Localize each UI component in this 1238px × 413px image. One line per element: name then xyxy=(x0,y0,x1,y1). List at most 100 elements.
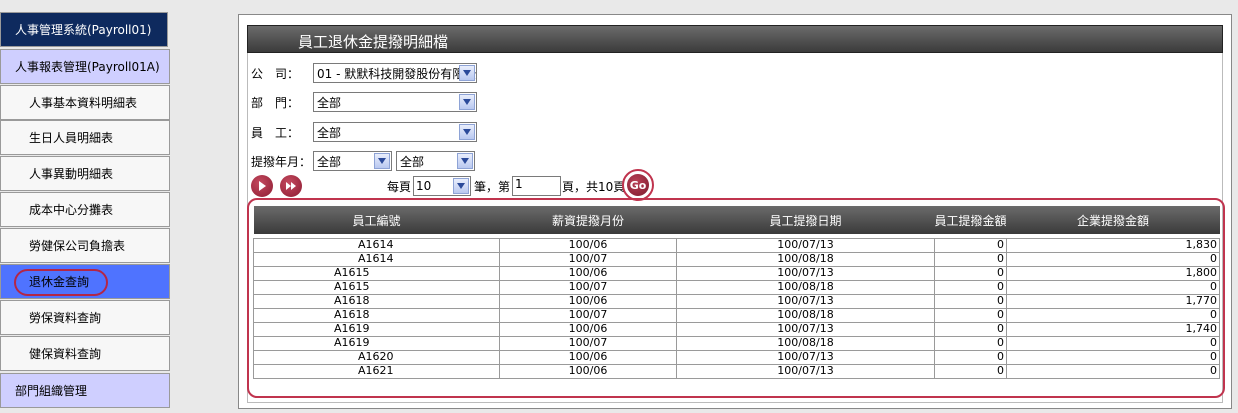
main-panel: 員工退休金提撥明細檔 公 司： 01 - 默默科技開發股份有限公司 部 門： 全… xyxy=(238,14,1232,409)
cell-employee-amount: 0 xyxy=(934,293,1007,309)
table-row[interactable]: A1615 100/07 100/08/18 0 0 xyxy=(253,279,1220,295)
cell-salary-month: 100/07 xyxy=(499,307,677,323)
sidebar-item-pension-query[interactable]: 退休金查詢 xyxy=(0,264,170,299)
cell-salary-month: 100/07 xyxy=(499,279,677,295)
header-employer-amount[interactable]: 企業提撥金額 xyxy=(1006,206,1220,234)
cell-employer-amount: 1,770 xyxy=(1006,293,1220,309)
cell-employee-amount: 0 xyxy=(934,265,1007,281)
next-page-button[interactable] xyxy=(251,175,273,197)
cell-employer-amount: 0 xyxy=(1006,349,1220,365)
employee-select-value: 全部 xyxy=(317,125,342,140)
table-row[interactable]: A1619 100/06 100/07/13 0 1,740 xyxy=(253,321,1220,337)
cell-employee-amount: 0 xyxy=(934,307,1007,323)
go-button[interactable]: Go xyxy=(627,174,649,196)
chevron-down-icon[interactable] xyxy=(459,94,475,110)
header-salary-month[interactable]: 薪資提撥月份 xyxy=(499,206,677,234)
header-employee-amount[interactable]: 員工提撥金額 xyxy=(934,206,1007,234)
cell-employee-id: A1615 xyxy=(253,265,500,281)
sidebar-group-org[interactable]: 部門組織管理 xyxy=(0,373,170,408)
sidebar-item-insurance-burden[interactable]: 勞健保公司負擔表 xyxy=(0,228,170,263)
cell-contribution-date: 100/07/13 xyxy=(676,363,935,379)
page-number-input[interactable]: 1 xyxy=(512,176,561,196)
sidebar-item-birthday[interactable]: 生日人員明細表 xyxy=(0,120,170,155)
chevron-down-icon[interactable] xyxy=(453,178,469,194)
cell-employee-amount: 0 xyxy=(934,251,1007,267)
table-row[interactable]: A1615 100/06 100/07/13 0 1,800 xyxy=(253,265,1220,281)
sidebar-item-label: 人事異動明細表 xyxy=(29,167,114,181)
sidebar-item-personnel-detail[interactable]: 人事基本資料明細表 xyxy=(0,85,170,120)
table-row[interactable]: A1621 100/06 100/07/13 0 0 xyxy=(253,363,1220,379)
sidebar-system-header[interactable]: 人事管理系統(Payroll01) xyxy=(0,12,168,47)
sidebar-item-label: 人事基本資料明細表 xyxy=(29,96,138,110)
company-select[interactable]: 01 - 默默科技開發股份有限公司 xyxy=(313,63,477,83)
filter-company-row: 公 司： 01 - 默默科技開發股份有限公司 xyxy=(251,63,477,83)
cell-salary-month: 100/06 xyxy=(499,321,677,337)
month-label: 提撥年月： xyxy=(251,154,312,169)
play-icon xyxy=(259,181,266,191)
cell-employee-amount: 0 xyxy=(934,363,1007,379)
table-row[interactable]: A1614 100/06 100/07/13 0 1,830 xyxy=(253,237,1220,253)
sidebar-item-label: 勞保資料查詢 xyxy=(29,311,102,325)
sidebar-item-label: 退休金查詢 xyxy=(29,275,90,289)
table-row[interactable]: A1618 100/06 100/07/13 0 1,770 xyxy=(253,293,1220,309)
cell-contribution-date: 100/07/13 xyxy=(676,237,935,253)
month-from-select[interactable]: 全部 xyxy=(313,151,392,171)
sidebar-item-personnel-changes[interactable]: 人事異動明細表 xyxy=(0,156,170,191)
cell-employee-id: A1621 xyxy=(253,363,500,379)
employee-select[interactable]: 全部 xyxy=(313,122,477,142)
cell-employee-id: A1614 xyxy=(253,251,500,267)
cell-employer-amount: 0 xyxy=(1006,363,1220,379)
cell-employee-id: A1615 xyxy=(253,279,500,295)
month-from-value: 全部 xyxy=(317,154,342,169)
results-frame: 員工編號 薪資提撥月份 員工提撥日期 員工提撥金額 企業提撥金額 A1614 1… xyxy=(247,198,1225,398)
sidebar-item-labor-insurance[interactable]: 勞保資料查詢 xyxy=(0,300,170,335)
cell-employer-amount: 0 xyxy=(1006,251,1220,267)
filter-dept-row: 部 門： 全部 xyxy=(251,92,477,112)
company-select-value: 01 - 默默科技開發股份有限公司 xyxy=(317,66,477,81)
cell-employee-id: A1614 xyxy=(253,237,500,253)
chevron-down-icon[interactable] xyxy=(459,124,475,140)
per-page-value: 10 xyxy=(416,179,432,193)
chevron-down-icon[interactable] xyxy=(374,153,390,169)
cell-employer-amount: 1,740 xyxy=(1006,321,1220,337)
cell-employee-amount: 0 xyxy=(934,349,1007,365)
dept-select[interactable]: 全部 xyxy=(313,92,477,112)
sidebar-item-health-insurance[interactable]: 健保資料查詢 xyxy=(0,336,170,371)
cell-contribution-date: 100/08/18 xyxy=(676,251,935,267)
sidebar-item-cost-center[interactable]: 成本中心分攤表 xyxy=(0,192,170,227)
results-table: 員工編號 薪資提撥月份 員工提撥日期 員工提撥金額 企業提撥金額 A1614 1… xyxy=(253,206,1220,379)
table-row[interactable]: A1614 100/07 100/08/18 0 0 xyxy=(253,251,1220,267)
cell-contribution-date: 100/07/13 xyxy=(676,265,935,281)
dept-label: 部 門： xyxy=(251,95,300,110)
chevron-down-icon[interactable] xyxy=(457,153,473,169)
table-row[interactable]: A1618 100/07 100/08/18 0 0 xyxy=(253,307,1220,323)
dept-select-value: 全部 xyxy=(317,95,342,110)
sidebar-group-label: 部門組織管理 xyxy=(15,384,88,398)
page-suffix: 頁，共10頁 xyxy=(562,180,626,194)
header-employee-id[interactable]: 員工編號 xyxy=(253,206,500,234)
cell-salary-month: 100/06 xyxy=(499,237,677,253)
cell-contribution-date: 100/08/18 xyxy=(676,307,935,323)
cell-employee-amount: 0 xyxy=(934,237,1007,253)
sidebar-item-label: 健保資料查詢 xyxy=(29,347,102,361)
cell-employer-amount: 1,830 xyxy=(1006,237,1220,253)
table-row[interactable]: A1619 100/07 100/08/18 0 0 xyxy=(253,335,1220,351)
cell-employer-amount: 1,800 xyxy=(1006,265,1220,281)
sidebar-item-label: 成本中心分攤表 xyxy=(29,203,114,217)
cell-contribution-date: 100/08/18 xyxy=(676,279,935,295)
panel-title-bar: 員工退休金提撥明細檔 xyxy=(247,25,1223,53)
header-contribution-date[interactable]: 員工提撥日期 xyxy=(676,206,935,234)
table-row[interactable]: A1620 100/06 100/07/13 0 0 xyxy=(253,349,1220,365)
sidebar-group-reports[interactable]: 人事報表管理(Payroll01A) xyxy=(0,49,170,84)
per-page-prefix: 每頁 xyxy=(387,180,412,194)
last-page-button[interactable] xyxy=(280,175,302,197)
month-to-select[interactable]: 全部 xyxy=(396,151,475,171)
chevron-down-icon[interactable] xyxy=(459,65,475,81)
cell-contribution-date: 100/08/18 xyxy=(676,335,935,351)
cell-employee-id: A1619 xyxy=(253,335,500,351)
cell-salary-month: 100/06 xyxy=(499,349,677,365)
cell-salary-month: 100/07 xyxy=(499,335,677,351)
company-label: 公 司： xyxy=(251,66,300,81)
per-page-select[interactable]: 10 xyxy=(413,176,471,196)
cell-employee-id: A1619 xyxy=(253,321,500,337)
